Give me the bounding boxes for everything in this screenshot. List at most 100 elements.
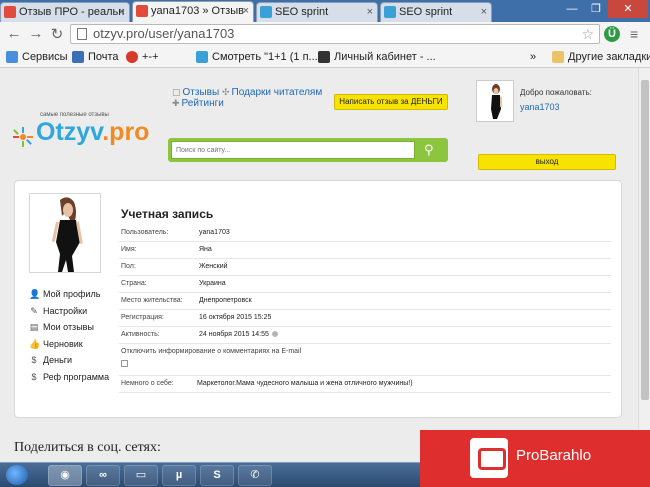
bookmark-label: Почта — [88, 51, 119, 63]
extension-icon[interactable]: Ü — [604, 26, 620, 42]
tab-title: SEO sprint — [275, 6, 329, 18]
about-label: Немного о себе: — [121, 380, 174, 387]
taskbar-chrome-icon[interactable]: ◉ — [48, 465, 82, 486]
account-card: 👤 Мой профиль ✎ Настройки ▤ Мои отзывы 👍… — [14, 180, 622, 418]
notify-label: Отключить информирование о комментариях … — [121, 348, 302, 355]
field-row: Регистрация: 16 октября 2015 15:25 — [119, 310, 611, 327]
menu-label: Реф программа — [43, 371, 110, 382]
menu-icon[interactable]: ≡ — [630, 26, 638, 42]
bookmark-star-icon[interactable]: ☆ — [581, 25, 594, 43]
close-tab-icon[interactable]: × — [243, 2, 249, 20]
profile-photo — [29, 193, 101, 273]
gift-icon: ✣ — [222, 87, 230, 97]
folder-icon — [552, 51, 564, 63]
site-search: ⚲ — [168, 138, 448, 162]
tab-title: yana1703 » Отзыв — [151, 5, 244, 17]
menu-referral[interactable]: $ Реф программа — [29, 372, 109, 389]
field-row: Место жительства: Днепропетровск — [119, 293, 611, 310]
taskbar-utorrent-icon[interactable]: µ — [162, 465, 196, 486]
search-icon[interactable]: ⚲ — [424, 142, 434, 158]
site-logo[interactable]: Otzyv.pro — [36, 118, 149, 147]
notify-checkbox-wrap — [121, 358, 128, 374]
menu-draft[interactable]: 👍 Черновик — [29, 339, 109, 356]
field-value: yana1703 — [199, 229, 230, 236]
menu-label: Мои отзывы — [43, 322, 94, 332]
bookmark-cabinet[interactable]: Личный кабинет - ... — [318, 50, 436, 64]
link-ratings[interactable]: ✚ Рейтинги — [172, 98, 224, 109]
url-text: otzyv.pro/user/yana1703 — [93, 26, 235, 41]
scrollbar-thumb[interactable] — [641, 80, 649, 400]
field-row-about: Немного о себе: Маркетолог.Мама чудесног… — [119, 376, 611, 393]
link-gifts[interactable]: ✣ Подарки читателям — [222, 87, 322, 98]
close-tab-icon[interactable]: × — [481, 3, 487, 21]
taskbar-visualstudio-icon[interactable]: ∞ — [86, 465, 120, 486]
cabinet-icon — [318, 51, 330, 63]
bookmark-plus[interactable]: +-+ — [126, 50, 159, 64]
field-label: Страна: — [121, 280, 147, 287]
other-bookmarks[interactable]: Другие закладки — [552, 50, 650, 64]
menu-settings[interactable]: ✎ Настройки — [29, 306, 109, 323]
maximize-icon[interactable]: ❐ — [584, 0, 608, 18]
field-value: Днепропетровск — [199, 297, 252, 304]
bookmark-label: Смотреть "1+1 (1 п... — [212, 51, 318, 63]
address-bar[interactable]: otzyv.pro/user/yana1703 ☆ — [70, 24, 600, 44]
bookmark-services[interactable]: Сервисы — [6, 50, 68, 64]
taskbar-folder-icon[interactable]: ▭ — [124, 465, 158, 486]
bookmark-watch[interactable]: Смотреть "1+1 (1 п... — [196, 50, 318, 64]
search-input[interactable] — [171, 141, 415, 159]
wrench-icon: ✎ — [30, 305, 38, 316]
watermark-text: ProBarahlo — [516, 447, 592, 464]
profile-menu: 👤 Мой профиль ✎ Настройки ▤ Мои отзывы 👍… — [29, 289, 109, 388]
link-reviews[interactable]: ▢ Отзывы — [172, 87, 219, 98]
page-scrollbar[interactable] — [638, 68, 650, 462]
browser-tab-3[interactable]: SEO sprint × — [256, 2, 378, 22]
menu-my-reviews[interactable]: ▤ Мои отзывы — [29, 322, 109, 339]
taskbar-viber-icon[interactable]: ✆ — [238, 465, 272, 486]
write-review-button[interactable]: Написать отзыв за ДЕНЬГИ — [334, 94, 448, 110]
bookmarks-bar: Сервисы Почта +-+ Смотреть "1+1 (1 п... … — [0, 46, 650, 68]
field-label: Имя: — [121, 246, 137, 253]
status-dot-icon — [271, 331, 278, 338]
field-value: Яна — [199, 246, 212, 253]
logout-button[interactable]: выход — [478, 154, 616, 170]
logo-burst-icon — [13, 127, 33, 147]
reload-icon[interactable]: ↻ — [49, 25, 65, 43]
probarahlo-watermark: ProBarahlo — [420, 430, 650, 487]
bookmark-label: +-+ — [142, 51, 159, 63]
referral-icon: $ — [31, 371, 37, 382]
tab-favicon-icon — [260, 6, 272, 18]
close-tab-icon[interactable]: × — [367, 3, 373, 21]
avatar[interactable] — [476, 80, 514, 122]
window-close-icon[interactable]: ✕ — [608, 0, 648, 18]
bookmark-mail[interactable]: Почта — [72, 50, 119, 64]
menu-money[interactable]: $ Деньги — [29, 355, 109, 372]
menu-my-profile[interactable]: 👤 Мой профиль — [29, 289, 109, 306]
browser-tab-2[interactable]: yana1703 » Отзыв × — [132, 1, 254, 22]
start-button[interactable] — [6, 465, 28, 485]
window-controls: — ❐ ✕ — [560, 0, 648, 18]
account-fields: Пользователь: yana1703 Имя: Яна Пол: Жен… — [119, 225, 611, 393]
about-value: Маркетолог.Мама чудесного малыша и жена … — [197, 380, 413, 387]
other-bookmarks-label: Другие закладки — [568, 51, 650, 63]
bookmarks-more[interactable]: » — [530, 50, 536, 64]
notify-checkbox[interactable] — [121, 360, 128, 367]
close-tab-icon[interactable]: × — [119, 3, 125, 21]
field-value: Украина — [199, 280, 226, 287]
page-title: Учетная запись — [121, 207, 214, 221]
taskbar-skype-icon[interactable]: S — [200, 465, 234, 486]
tab-favicon-icon — [4, 6, 16, 18]
minimize-icon[interactable]: — — [560, 0, 584, 18]
tab-title: SEO sprint — [399, 6, 453, 18]
share-title: Поделиться в соц. сетях: — [14, 440, 161, 455]
browser-tab-bar: Отзыв ПРО - реальн × yana1703 » Отзыв × … — [0, 0, 650, 22]
browser-tab-1[interactable]: Отзыв ПРО - реальн × — [0, 2, 130, 22]
back-icon[interactable]: ← — [6, 25, 22, 42]
profile-photo-image — [30, 194, 100, 272]
draft-icon: 👍 — [29, 338, 41, 349]
bookmark-label: Личный кабинет - ... — [334, 51, 436, 63]
forward-icon[interactable]: → — [28, 25, 44, 42]
field-row: Имя: Яна — [119, 242, 611, 259]
browser-tab-4[interactable]: SEO sprint × — [380, 2, 492, 22]
welcome-username[interactable]: yana1703 — [520, 102, 560, 112]
field-label: Пол: — [121, 263, 136, 270]
